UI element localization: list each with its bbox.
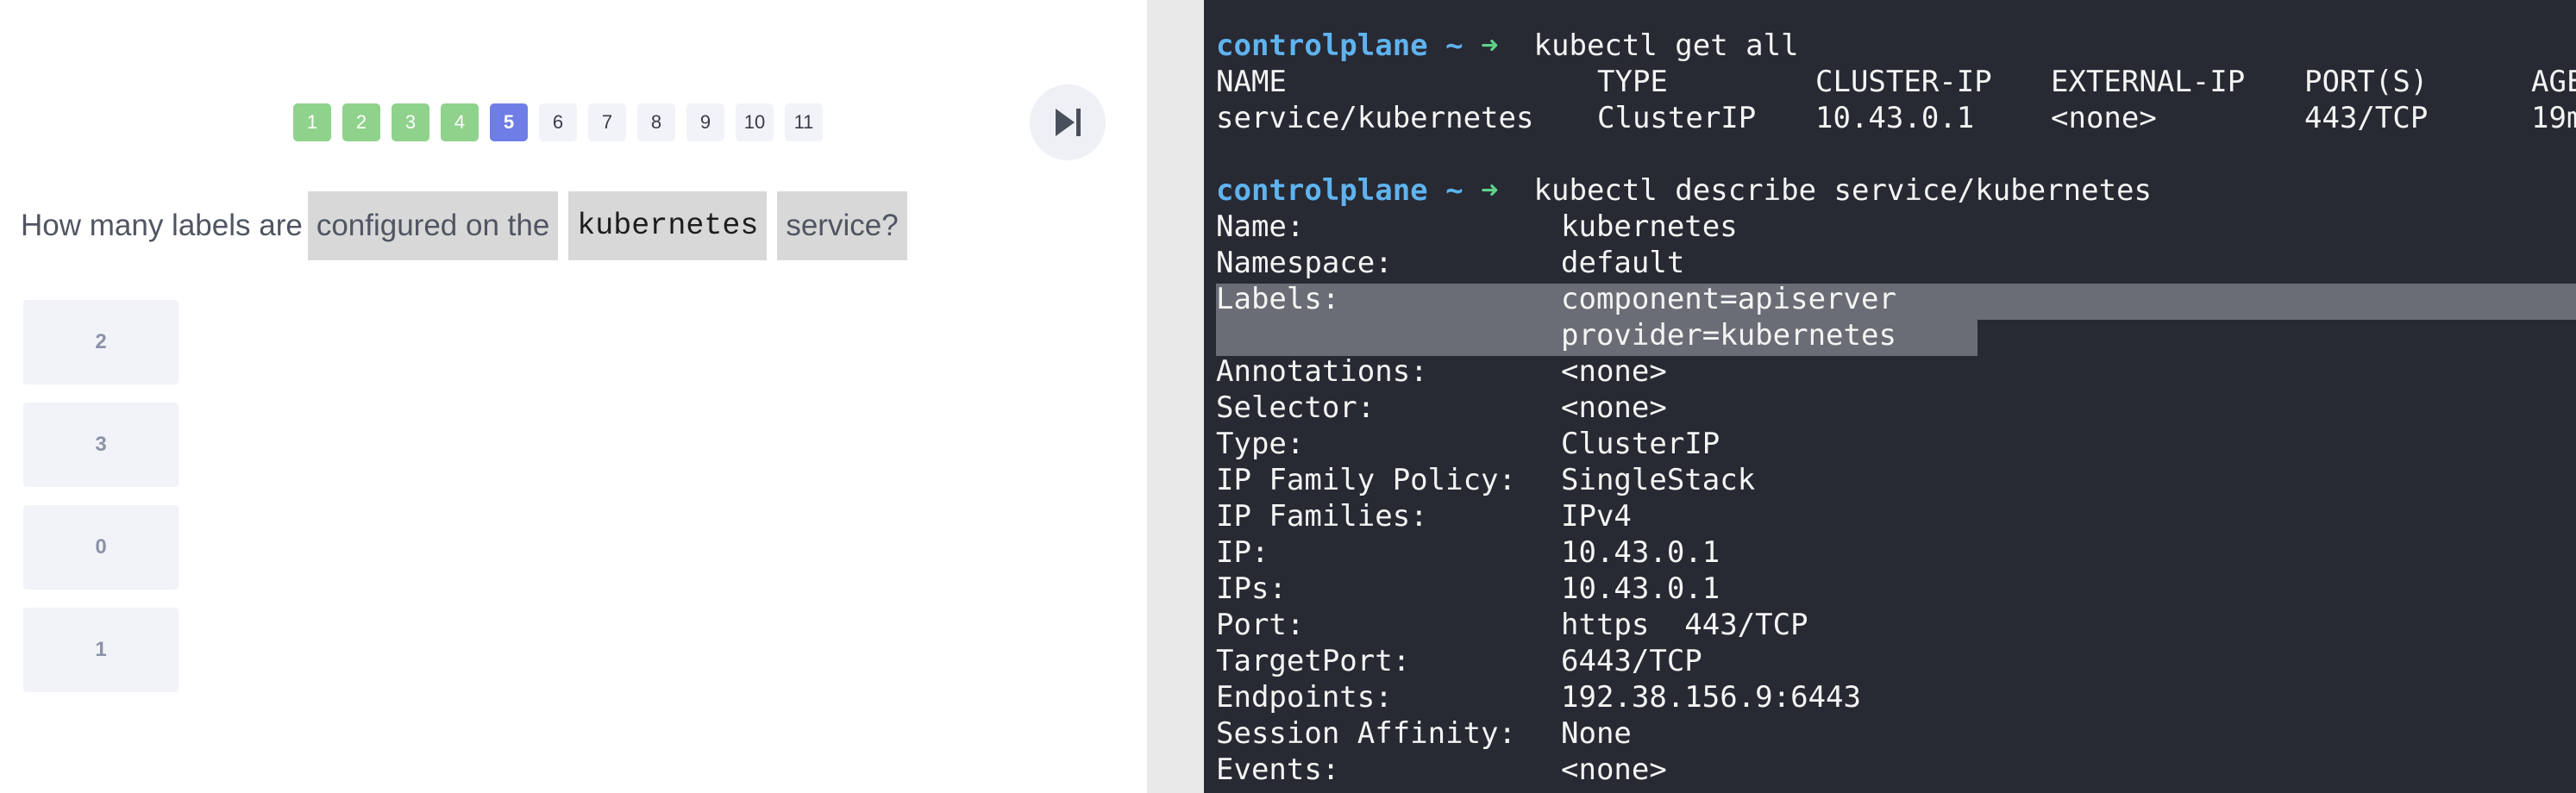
prompt-arrow-icon: ➜: [1481, 173, 1499, 208]
describe-line: provider=kubernetes: [1216, 317, 2165, 353]
prompt-host: controlplane: [1216, 28, 1428, 63]
cell-ports: 443/TCP: [2304, 101, 2429, 135]
question-text: How many labels are configured on the ku…: [21, 191, 912, 260]
describe-value: 6443/TCP: [1561, 644, 1702, 678]
answer-option-c[interactable]: 0: [23, 505, 179, 590]
describe-line: Labels: component=apiserver: [1216, 281, 2165, 317]
col-header-external-ip: EXTERNAL-IP: [2051, 65, 2246, 99]
question-nav-item-11[interactable]: 11: [785, 103, 823, 141]
col-header-name: NAME: [1216, 65, 1287, 99]
terminal[interactable]: controlplane ~ ➜ kubectl get all NAME TY…: [1204, 0, 2576, 793]
question-nav-item-7[interactable]: 7: [588, 103, 626, 141]
describe-key: IP:: [1216, 535, 1269, 570]
describe-line: Annotations: <none>: [1216, 353, 2165, 390]
describe-value: component=apiserver: [1561, 282, 1896, 316]
col-header-age: AGE: [2531, 65, 2576, 99]
describe-value: SingleStack: [1561, 463, 1756, 497]
question-highlight: configured on the: [307, 191, 559, 260]
describe-line: Namespace: default: [1216, 245, 2165, 281]
answer-option-a[interactable]: 2: [23, 300, 179, 384]
cell-age: 19m: [2531, 101, 2576, 135]
describe-line: TargetPort: 6443/TCP: [1216, 643, 2165, 679]
col-header-cluster-ip: CLUSTER-IP: [1815, 65, 1992, 99]
get-all-header: NAME TYPE CLUSTER-IP EXTERNAL-IP PORT(S)…: [1216, 64, 2576, 100]
question-suffix: service?: [777, 191, 907, 260]
describe-key: Events:: [1216, 752, 1340, 787]
describe-key: Namespace:: [1216, 246, 1393, 280]
quiz-panel: 1 2 3 4 5 6 7 8 9 10 11 How many labels are config…: [0, 0, 1147, 793]
command-2: kubectl describe service/kubernetes: [1533, 173, 2152, 208]
question-nav-item-4[interactable]: 4: [441, 103, 479, 141]
describe-value: default: [1561, 246, 1685, 280]
describe-key: Type:: [1216, 427, 1305, 461]
describe-line: Selector: <none>: [1216, 390, 2165, 426]
question-nav: 1 2 3 4 5 6 7 8 9 10 11: [293, 103, 823, 141]
col-header-type: TYPE: [1597, 65, 1668, 99]
get-all-row: service/kubernetes ClusterIP 10.43.0.1 <…: [1216, 100, 2576, 136]
prompt-line-2: controlplane ~ ➜ kubectl describe servic…: [1216, 172, 2152, 209]
skip-next-icon: [1056, 109, 1081, 136]
cell-type: ClusterIP: [1597, 101, 1757, 135]
describe-value: kubernetes: [1561, 209, 1738, 244]
prompt-host: controlplane: [1216, 173, 1428, 208]
question-code: kubernetes: [568, 191, 768, 260]
describe-value: <none>: [1561, 752, 1667, 787]
describe-line: IP Families: IPv4: [1216, 498, 2165, 534]
describe-value: 192.38.156.9:6443: [1561, 680, 1861, 715]
col-header-ports: PORT(S): [2304, 65, 2429, 99]
describe-value: ClusterIP: [1561, 427, 1720, 461]
answer-option-b[interactable]: 3: [23, 403, 179, 487]
describe-line: Endpoints: 192.38.156.9:6443: [1216, 679, 2165, 715]
describe-key: IP Families:: [1216, 499, 1428, 534]
describe-line: IP: 10.43.0.1: [1216, 534, 2165, 571]
question-nav-item-10[interactable]: 10: [736, 103, 774, 141]
describe-value: 10.43.0.1: [1561, 535, 1720, 570]
cell-name: service/kubernetes: [1216, 101, 1534, 135]
describe-key: Port:: [1216, 608, 1305, 642]
describe-line: IPs: 10.43.0.1: [1216, 571, 2165, 607]
describe-line: Session Affinity: None: [1216, 715, 2165, 752]
describe-key: Endpoints:: [1216, 680, 1393, 715]
question-nav-item-9[interactable]: 9: [686, 103, 724, 141]
command-1: kubectl get all: [1533, 28, 1799, 63]
describe-line: IP Family Policy: SingleStack: [1216, 462, 2165, 498]
prompt-line-1: controlplane ~ ➜ kubectl get all: [1216, 28, 1799, 64]
question-nav-item-3[interactable]: 3: [392, 103, 429, 141]
describe-key: TargetPort:: [1216, 644, 1411, 678]
answer-option-d[interactable]: 1: [23, 608, 179, 692]
skip-question-button[interactable]: [1030, 84, 1106, 160]
describe-key: Selector:: [1216, 390, 1376, 425]
describe-value: https 443/TCP: [1561, 608, 1808, 642]
describe-value: 10.43.0.1: [1561, 571, 1720, 606]
cell-external-ip: <none>: [2051, 101, 2157, 135]
describe-value: <none>: [1561, 354, 1667, 389]
prompt-tilde: ~: [1445, 28, 1463, 63]
describe-value: None: [1561, 716, 1632, 751]
question-nav-item-6[interactable]: 6: [539, 103, 577, 141]
cell-cluster-ip: 10.43.0.1: [1815, 101, 1975, 135]
question-prefix: How many labels are: [21, 209, 303, 242]
describe-key: Name:: [1216, 209, 1305, 244]
describe-line: Name: kubernetes: [1216, 209, 2165, 245]
describe-key: Annotations:: [1216, 354, 1428, 389]
question-nav-item-8[interactable]: 8: [637, 103, 675, 141]
describe-value: provider=kubernetes: [1561, 318, 1896, 353]
describe-key: Session Affinity:: [1216, 716, 1516, 751]
describe-key: IP Family Policy:: [1216, 463, 1516, 497]
prompt-arrow-icon: ➜: [1481, 28, 1499, 63]
describe-key: Labels:: [1216, 282, 1340, 316]
panel-divider[interactable]: [1147, 0, 1204, 793]
describe-line: Events: <none>: [1216, 752, 2165, 788]
question-nav-item-2[interactable]: 2: [342, 103, 380, 141]
question-nav-item-5[interactable]: 5: [490, 103, 528, 141]
question-nav-item-1[interactable]: 1: [293, 103, 331, 141]
describe-line: Type: ClusterIP: [1216, 426, 2165, 462]
describe-value: <none>: [1561, 390, 1667, 425]
describe-key: IPs:: [1216, 571, 1287, 606]
describe-line: Port: https 443/TCP: [1216, 607, 2165, 643]
describe-value: IPv4: [1561, 499, 1632, 534]
prompt-tilde: ~: [1445, 173, 1463, 208]
